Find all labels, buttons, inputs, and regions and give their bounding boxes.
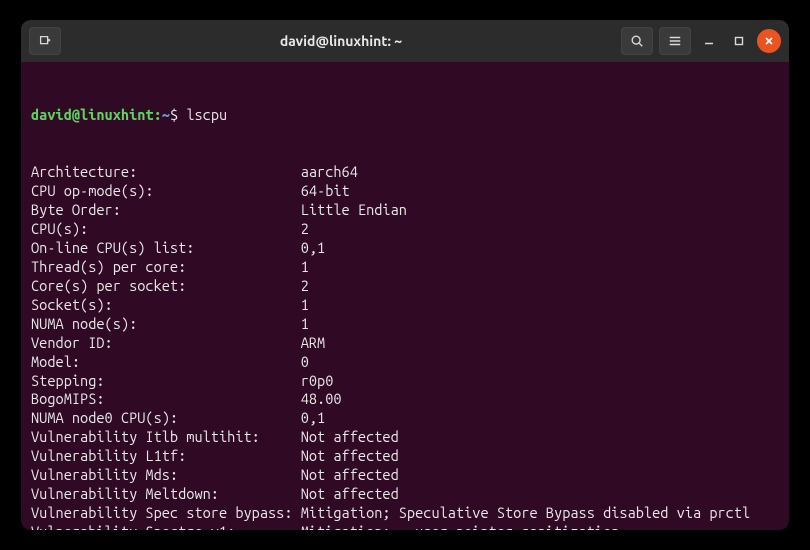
output-label: Vendor ID: [31, 334, 301, 353]
command-text: lscpu [186, 106, 227, 125]
output-value: Not affected [301, 428, 779, 447]
titlebar: david@linuxhint: ~ [21, 20, 789, 62]
output-rows: Architecture:aarch64CPU op-mode(s):64-bi… [31, 163, 779, 530]
output-label: Vulnerability Itlb multihit: [31, 428, 301, 447]
output-row: Vulnerability Itlb multihit:Not affected [31, 428, 779, 447]
output-label: Vulnerability Mds: [31, 466, 301, 485]
output-value: Mitigation; __user pointer sanitization [301, 523, 779, 530]
search-button[interactable] [621, 27, 653, 55]
output-label: Architecture: [31, 163, 301, 182]
hamburger-icon [668, 34, 682, 48]
terminal-output[interactable]: david@linuxhint:~$ lscpu Architecture:aa… [21, 62, 789, 530]
prompt-dollar: $ [170, 106, 186, 125]
output-value: Mitigation; Speculative Store Bypass dis… [301, 504, 779, 523]
output-row: NUMA node(s):1 [31, 315, 779, 334]
output-label: On-line CPU(s) list: [31, 239, 301, 258]
output-label: NUMA node(s): [31, 315, 301, 334]
output-row: Vulnerability Spectre v1:Mitigation; __u… [31, 523, 779, 530]
output-label: Model: [31, 353, 301, 372]
output-value: Not affected [301, 485, 779, 504]
output-value: Not affected [301, 447, 779, 466]
output-value: Little Endian [301, 201, 779, 220]
prompt-colon: : [154, 106, 162, 125]
output-row: Stepping:r0p0 [31, 372, 779, 391]
output-label: CPU op-mode(s): [31, 182, 301, 201]
output-value: 1 [301, 296, 779, 315]
menu-button[interactable] [659, 27, 691, 55]
output-label: NUMA node0 CPU(s): [31, 409, 301, 428]
output-label: CPU(s): [31, 220, 301, 239]
output-value: ARM [301, 334, 779, 353]
prompt-path: ~ [162, 106, 170, 125]
output-value: 48.00 [301, 390, 779, 409]
output-row: Vulnerability Spec store bypass:Mitigati… [31, 504, 779, 523]
output-row: BogoMIPS:48.00 [31, 390, 779, 409]
output-row: On-line CPU(s) list:0,1 [31, 239, 779, 258]
search-icon [630, 34, 644, 48]
output-row: CPU op-mode(s):64-bit [31, 182, 779, 201]
output-value: Not affected [301, 466, 779, 485]
output-label: Core(s) per socket: [31, 277, 301, 296]
titlebar-right [621, 27, 781, 55]
output-value: 2 [301, 220, 779, 239]
output-value: 1 [301, 315, 779, 334]
output-label: Vulnerability L1tf: [31, 447, 301, 466]
output-row: Thread(s) per core:1 [31, 258, 779, 277]
output-label: Vulnerability Spectre v1: [31, 523, 301, 530]
output-row: Core(s) per socket:2 [31, 277, 779, 296]
output-label: Thread(s) per core: [31, 258, 301, 277]
window-title: david@linuxhint: ~ [65, 33, 617, 49]
output-row: Vendor ID:ARM [31, 334, 779, 353]
maximize-icon [734, 36, 744, 46]
minimize-button[interactable] [697, 29, 721, 53]
output-value: 1 [301, 258, 779, 277]
output-label: Socket(s): [31, 296, 301, 315]
terminal-window: david@linuxhint: ~ david@linuxhint:~$ ls… [21, 20, 789, 530]
output-value: r0p0 [301, 372, 779, 391]
output-row: CPU(s):2 [31, 220, 779, 239]
output-row: Model:0 [31, 353, 779, 372]
output-value: 0,1 [301, 239, 779, 258]
output-row: Byte Order:Little Endian [31, 201, 779, 220]
output-row: Vulnerability L1tf:Not affected [31, 447, 779, 466]
new-tab-icon [38, 34, 52, 48]
output-row: Architecture:aarch64 [31, 163, 779, 182]
prompt-userhost: david@linuxhint [31, 106, 154, 125]
output-value: 64-bit [301, 182, 779, 201]
minimize-icon [704, 36, 714, 46]
output-label: Vulnerability Meltdown: [31, 485, 301, 504]
output-value: 0,1 [301, 409, 779, 428]
output-value: 0 [301, 353, 779, 372]
output-row: Vulnerability Meltdown:Not affected [31, 485, 779, 504]
prompt-line: david@linuxhint:~$ lscpu [31, 106, 779, 125]
output-row: Vulnerability Mds:Not affected [31, 466, 779, 485]
output-value: aarch64 [301, 163, 779, 182]
output-label: Vulnerability Spec store bypass: [31, 504, 301, 523]
close-icon [764, 36, 774, 46]
maximize-button[interactable] [727, 29, 751, 53]
output-row: NUMA node0 CPU(s):0,1 [31, 409, 779, 428]
output-label: BogoMIPS: [31, 390, 301, 409]
close-button[interactable] [757, 29, 781, 53]
output-label: Stepping: [31, 372, 301, 391]
output-row: Socket(s):1 [31, 296, 779, 315]
output-value: 2 [301, 277, 779, 296]
new-tab-button[interactable] [29, 27, 61, 55]
output-label: Byte Order: [31, 201, 301, 220]
